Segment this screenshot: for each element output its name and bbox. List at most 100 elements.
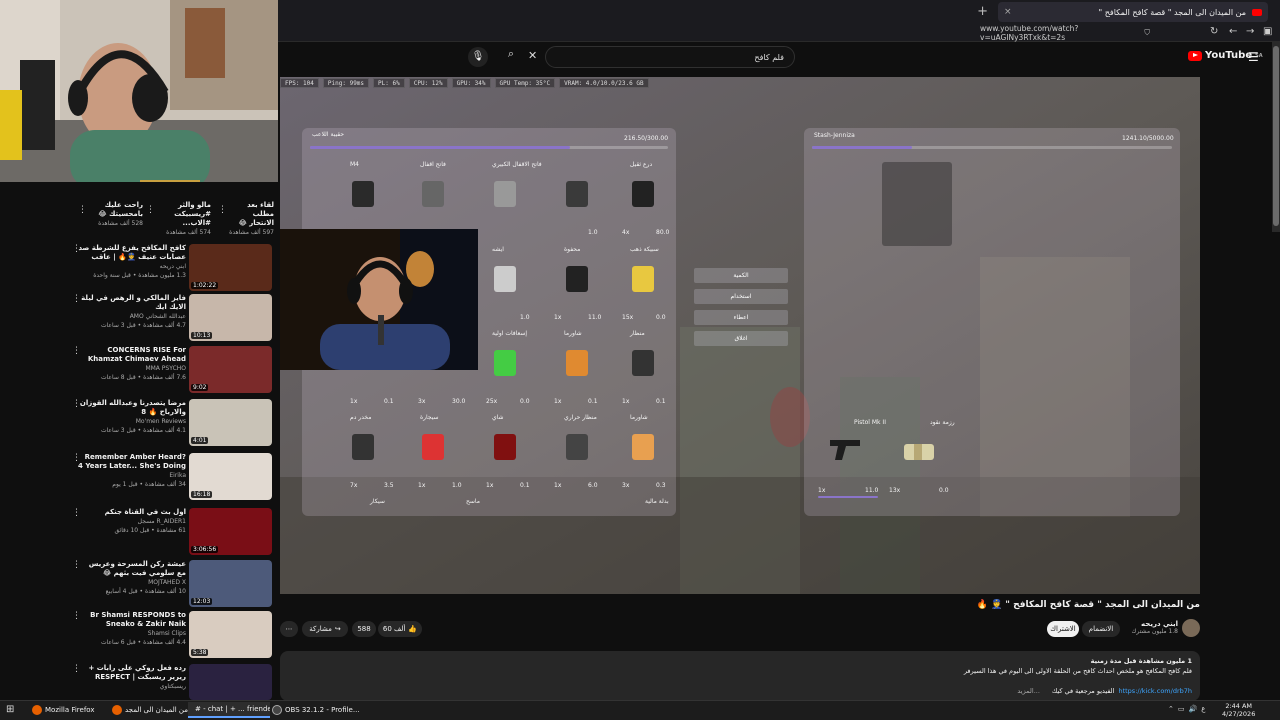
video-thumbnail[interactable]: 16:18 bbox=[189, 453, 272, 500]
search-icon[interactable]: ⌕ bbox=[500, 47, 522, 67]
list-item[interactable]: 10:13 فايز المالكي و الرهص في ليلة الايك … bbox=[66, 294, 274, 342]
video-thumbnail[interactable] bbox=[189, 664, 272, 700]
close-tab-icon[interactable]: × bbox=[1004, 7, 1012, 17]
inventory-item-icon[interactable] bbox=[352, 181, 374, 207]
more-options-icon[interactable]: ⋮ bbox=[78, 205, 87, 215]
reload-icon[interactable]: ↻ bbox=[1210, 26, 1218, 37]
keyboard-language[interactable]: ع bbox=[1201, 705, 1205, 713]
inventory-item-icon[interactable] bbox=[566, 350, 588, 376]
taskbar-item-discord[interactable]: # - chat | + ... friende... bbox=[188, 702, 270, 718]
subscribe-button[interactable]: الاشتراك bbox=[1047, 621, 1079, 637]
video-title[interactable]: Br Shamsi RESPONDS to Sneako & Zakir Nai… bbox=[78, 611, 186, 629]
forward-icon[interactable]: → bbox=[1246, 26, 1254, 37]
more-options-icon[interactable]: ⋮ bbox=[72, 346, 81, 356]
search-input[interactable]: فلم كافح bbox=[545, 46, 795, 68]
microphone-icon[interactable]: 🎙 bbox=[468, 47, 488, 67]
video-title[interactable]: مرضا يتصدرنا وعبدالله القوزان والارباح 🔥… bbox=[78, 399, 186, 417]
video-thumbnail[interactable]: 3:06:56 bbox=[189, 508, 272, 555]
video-thumbnail[interactable]: 5:38 bbox=[189, 611, 272, 658]
video-title[interactable]: اول بث في القناة جنكم bbox=[78, 508, 186, 517]
channel-name[interactable]: ابني دريحه bbox=[78, 262, 186, 271]
list-item[interactable]: 9:02 CONCERNS RISE For Khamzat Chimaev Ah… bbox=[66, 346, 274, 394]
more-options-icon[interactable]: ⋮ bbox=[72, 560, 81, 570]
channel-name[interactable]: MOJTAHED X bbox=[78, 578, 186, 587]
more-options-icon[interactable]: ⋮ bbox=[72, 453, 81, 463]
inventory-item-icon[interactable] bbox=[632, 266, 654, 292]
more-options-icon[interactable]: ⋮ bbox=[72, 611, 81, 621]
short-item[interactable]: لقاء بعد مطلب الانتحار 😂 597 ألف مشاهدة bbox=[226, 201, 274, 237]
chevron-up-icon[interactable]: ⌃ bbox=[1168, 705, 1174, 713]
inventory-item-icon[interactable] bbox=[494, 266, 516, 292]
channel-name[interactable]: R_AIDER1 مسجل bbox=[78, 517, 186, 526]
video-title[interactable]: كافح المكافح يفزع للشرطة صد عصابات عنيف … bbox=[78, 244, 186, 262]
inventory-item-icon[interactable] bbox=[494, 434, 516, 460]
taskbar-item-youtube[interactable]: من الميدان الى المجد bbox=[108, 702, 192, 718]
inventory-item-icon[interactable] bbox=[566, 266, 588, 292]
pistol-icon[interactable] bbox=[826, 432, 866, 468]
inventory-item-icon[interactable] bbox=[352, 434, 374, 460]
more-options-icon[interactable]: ⋮ bbox=[72, 664, 81, 674]
join-button[interactable]: الانضمام bbox=[1082, 621, 1120, 637]
inventory-item-icon[interactable] bbox=[632, 434, 654, 460]
video-title[interactable]: فايز المالكي و الرهص في ليلة الايك ايك bbox=[78, 294, 186, 312]
sidebar-toggle-icon[interactable]: ▣ bbox=[1263, 26, 1272, 37]
network-icon[interactable]: ▭ bbox=[1178, 705, 1185, 713]
inventory-item-icon[interactable] bbox=[566, 434, 588, 460]
video-title[interactable]: عيشة ركن المسرحة وعريس مع سلومي فيت بثهم… bbox=[78, 560, 186, 578]
channel-avatar[interactable] bbox=[1182, 619, 1200, 637]
cash-bundle-icon[interactable] bbox=[900, 438, 940, 466]
give-button[interactable]: اعطاء bbox=[694, 310, 788, 325]
close-menu-button[interactable]: اغلاق bbox=[694, 331, 788, 346]
new-tab-button[interactable]: + bbox=[977, 4, 988, 19]
list-item[interactable]: 12:03 عيشة ركن المسرحة وعريس مع سلومي فيت… bbox=[66, 560, 274, 608]
inventory-item-icon[interactable] bbox=[494, 181, 516, 207]
kick-link[interactable]: https://kick.com/drb7h bbox=[1118, 687, 1192, 695]
like-button[interactable]: 60 ألف 👍 bbox=[378, 621, 422, 637]
short-item[interactable]: راحت عليك بامحسيتك 😂 528 ألف مشاهدة bbox=[88, 201, 143, 228]
inventory-item-icon[interactable] bbox=[422, 434, 444, 460]
video-title[interactable]: CONCERNS RISE For Khamzat Chimaev Ahead … bbox=[78, 346, 186, 364]
more-options-icon[interactable]: ⋮ bbox=[72, 508, 81, 518]
channel-name[interactable]: Mo'men Reviews bbox=[78, 417, 186, 426]
more-options-icon[interactable]: ⋮ bbox=[72, 244, 81, 254]
system-clock[interactable]: 2:44 AM 4/27/2026 bbox=[1222, 702, 1255, 718]
video-thumbnail[interactable]: 12:03 bbox=[189, 560, 272, 607]
volume-icon[interactable]: 🔊 bbox=[1189, 705, 1198, 713]
channel-name[interactable]: Eirika bbox=[78, 471, 186, 480]
video-title[interactable]: Remember Amber Heard? 4 Years Later... S… bbox=[78, 453, 186, 471]
hamburger-menu-icon[interactable]: ☰ bbox=[1248, 50, 1259, 64]
description-box[interactable]: 1 مليون مشاهدة قبل مدة زمنية فلم كافح ال… bbox=[280, 651, 1200, 701]
inventory-item-icon[interactable] bbox=[422, 181, 444, 207]
back-icon[interactable]: ← bbox=[1229, 26, 1237, 37]
amount-button[interactable]: الكمية bbox=[694, 268, 788, 283]
list-item[interactable]: 1:02:22 كافح المكافح يفزع للشرطة صد عصابا… bbox=[66, 244, 274, 292]
channel-name[interactable]: ريسبكتاوي bbox=[78, 682, 186, 691]
list-item[interactable]: 4:01 مرضا يتصدرنا وعبدالله القوزان والارب… bbox=[66, 399, 274, 447]
video-thumbnail[interactable]: 9:02 bbox=[189, 346, 272, 393]
inventory-item-icon[interactable] bbox=[494, 350, 516, 376]
inventory-item-icon[interactable] bbox=[566, 181, 588, 207]
more-options-icon[interactable]: ⋮ bbox=[72, 294, 81, 304]
more-options-icon[interactable]: ⋮ bbox=[218, 205, 227, 215]
more-actions-button[interactable]: ⋯ bbox=[280, 621, 298, 637]
more-options-icon[interactable]: ⋮ bbox=[72, 399, 81, 409]
taskbar-item-firefox[interactable]: Mozilla Firefox bbox=[28, 702, 99, 718]
url-bar[interactable]: www.youtube.com/watch?v=uAGINy3RTxk&t=2s… bbox=[980, 24, 1150, 42]
clear-search-icon[interactable]: ✕ bbox=[528, 49, 537, 62]
share-button[interactable]: مشاركة ↪ bbox=[302, 621, 348, 637]
video-thumbnail[interactable]: 1:02:22 bbox=[189, 244, 272, 291]
video-title[interactable]: رده فعل روكي على رابات + ريرير ريسبكت | … bbox=[78, 664, 186, 682]
list-item[interactable]: 16:18 Remember Amber Heard? 4 Years Later… bbox=[66, 453, 274, 501]
list-item[interactable]: 3:06:56 اول بث في القناة جنكم R_AIDER1 مسج… bbox=[66, 508, 274, 556]
browser-tab[interactable]: من الميدان الى المجد " قصة كافح المكافح … bbox=[998, 2, 1268, 22]
comments-count[interactable]: 588 bbox=[352, 621, 376, 637]
video-thumbnail[interactable]: 10:13 bbox=[189, 294, 272, 341]
channel-name[interactable]: MMA PSYCHO bbox=[78, 364, 186, 373]
taskbar-item-obs[interactable]: OBS 32.1.2 - Profile... bbox=[268, 702, 364, 718]
more-options-icon[interactable]: ⋮ bbox=[146, 205, 155, 215]
video-thumbnail[interactable]: 4:01 bbox=[189, 399, 272, 446]
inventory-item-icon[interactable] bbox=[632, 181, 654, 207]
inventory-item-icon[interactable] bbox=[632, 350, 654, 376]
start-menu-icon[interactable]: ⊞ bbox=[6, 704, 14, 715]
stash-slot-highlight[interactable] bbox=[882, 162, 952, 246]
